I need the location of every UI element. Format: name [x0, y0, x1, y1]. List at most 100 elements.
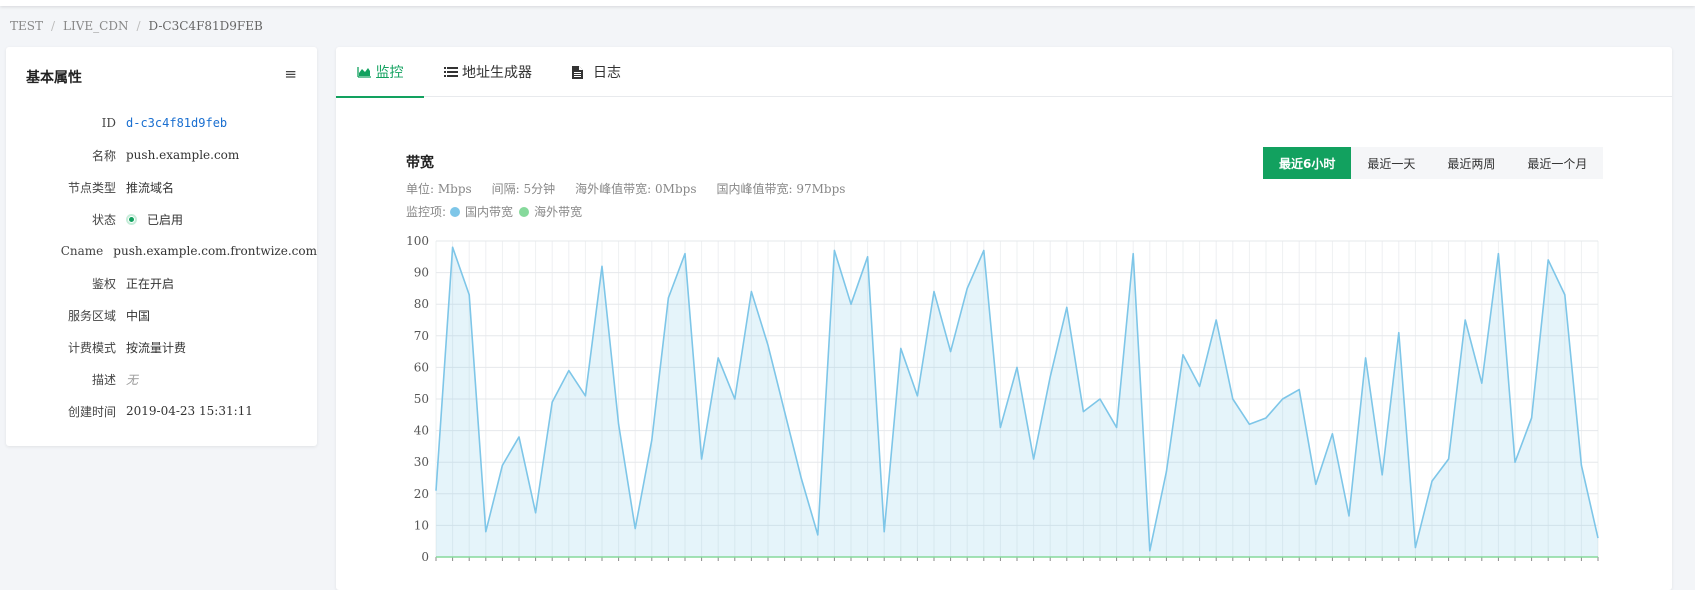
data-point-overseas	[1248, 556, 1250, 558]
prop-label: ID	[101, 116, 116, 130]
data-point-overseas	[451, 556, 453, 558]
data-point-domestic	[1082, 410, 1084, 412]
y-tick-label: 70	[414, 329, 429, 343]
data-point-domestic	[1564, 294, 1566, 296]
data-point-overseas	[1514, 556, 1516, 558]
menu-icon[interactable]: ≡	[284, 65, 297, 83]
data-point-overseas	[883, 556, 885, 558]
data-point-domestic	[568, 369, 570, 371]
data-point-domestic	[783, 410, 785, 412]
data-point-domestic	[501, 464, 503, 466]
data-point-domestic	[850, 303, 852, 305]
prop-label: 鉴权	[91, 276, 116, 291]
y-tick-label: 40	[414, 424, 429, 438]
breadcrumb-separator: /	[136, 19, 141, 33]
panel-title: 基本属性	[26, 70, 82, 86]
data-point-overseas	[1547, 556, 1549, 558]
data-point-domestic	[617, 423, 619, 425]
data-point-domestic	[1481, 382, 1483, 384]
y-tick-label: 60	[414, 360, 429, 374]
data-point-domestic	[1165, 470, 1167, 472]
data-point-overseas	[983, 556, 985, 558]
basic-properties-panel: 基本属性 ≡ ID d-c3c4f81d9feb 名称 push.example…	[6, 47, 317, 446]
data-point-overseas	[534, 556, 536, 558]
data-point-domestic	[435, 489, 437, 491]
prop-value-billing: 按流量计费	[126, 340, 187, 355]
prop-value-id[interactable]: d-c3c4f81d9feb	[126, 116, 227, 130]
data-point-domestic	[485, 531, 487, 533]
prop-label: Cname	[60, 244, 104, 258]
bandwidth-chart: 0 10 20 30 40 50 60 70 80 90 100	[406, 234, 1599, 564]
data-point-overseas	[916, 556, 918, 558]
data-point-domestic	[1149, 549, 1151, 551]
data-point-domestic	[1066, 306, 1068, 308]
breadcrumb-item-test[interactable]: TEST	[10, 19, 43, 33]
data-point-overseas	[501, 556, 503, 558]
data-point-domestic	[1381, 474, 1383, 476]
data-point-domestic	[634, 527, 636, 529]
data-point-domestic	[933, 290, 935, 292]
data-point-domestic	[1497, 252, 1499, 254]
data-point-overseas	[1115, 556, 1117, 558]
data-point-domestic	[983, 249, 985, 251]
data-point-overseas	[966, 556, 968, 558]
data-point-overseas	[700, 556, 702, 558]
data-point-overseas	[485, 556, 487, 558]
data-point-domestic	[916, 395, 918, 397]
data-point-domestic	[584, 395, 586, 397]
data-point-overseas	[601, 556, 603, 558]
data-point-overseas	[568, 556, 570, 558]
data-point-overseas	[684, 556, 686, 558]
data-point-domestic	[1132, 252, 1134, 254]
breadcrumb-item-live-cdn[interactable]: LIVE_CDN	[63, 19, 128, 33]
data-point-domestic	[1364, 357, 1366, 359]
data-point-domestic	[1248, 423, 1250, 425]
data-point-domestic	[1032, 458, 1034, 460]
data-point-domestic	[601, 265, 603, 267]
data-point-domestic	[750, 290, 752, 292]
data-point-domestic	[1099, 398, 1101, 400]
prop-label: 状态	[91, 212, 116, 227]
prop-value-name: push.example.com	[126, 148, 240, 162]
data-point-domestic	[1049, 376, 1051, 378]
data-point-domestic	[949, 350, 951, 352]
data-point-overseas	[734, 556, 736, 558]
data-point-domestic	[1281, 398, 1283, 400]
data-point-domestic	[734, 398, 736, 400]
y-tick-label: 20	[414, 487, 429, 501]
data-point-overseas	[900, 556, 902, 558]
breadcrumb-separator: /	[51, 19, 56, 33]
prop-label: 服务区域	[67, 308, 116, 323]
data-point-domestic	[1398, 331, 1400, 333]
prop-value-node-type: 推流域名	[126, 180, 175, 195]
data-point-domestic	[551, 401, 553, 403]
prop-row-description: 描述 无	[6, 369, 317, 389]
data-point-overseas	[1165, 556, 1167, 558]
data-point-overseas	[518, 556, 520, 558]
data-point-overseas	[1497, 556, 1499, 558]
data-point-overseas	[1398, 556, 1400, 558]
data-point-domestic	[468, 294, 470, 296]
data-point-overseas	[1597, 556, 1599, 558]
prop-row-auth: 鉴权 正在开启	[6, 273, 317, 293]
prop-value-service-region: 中国	[126, 308, 151, 323]
prop-row-id: ID d-c3c4f81d9feb	[6, 113, 317, 133]
data-point-domestic	[767, 344, 769, 346]
prop-row-billing: 计费模式 按流量计费	[6, 337, 317, 357]
data-point-overseas	[617, 556, 619, 558]
breadcrumb-item-current: D-C3C4F81D9FEB	[148, 19, 263, 33]
prop-label: 描述	[91, 372, 116, 387]
prop-row-created-time: 创建时间 2019-04-23 15:31:11	[6, 401, 317, 421]
data-point-overseas	[1447, 556, 1449, 558]
data-point-overseas	[551, 556, 553, 558]
data-point-domestic	[1298, 388, 1300, 390]
data-point-domestic	[1414, 546, 1416, 548]
data-point-domestic	[966, 287, 968, 289]
data-point-domestic	[900, 347, 902, 349]
data-point-overseas	[1049, 556, 1051, 558]
data-point-overseas	[1082, 556, 1084, 558]
data-point-domestic	[1265, 417, 1267, 419]
data-point-domestic	[1198, 385, 1200, 387]
data-point-overseas	[634, 556, 636, 558]
prop-label: 创建时间	[67, 404, 116, 419]
